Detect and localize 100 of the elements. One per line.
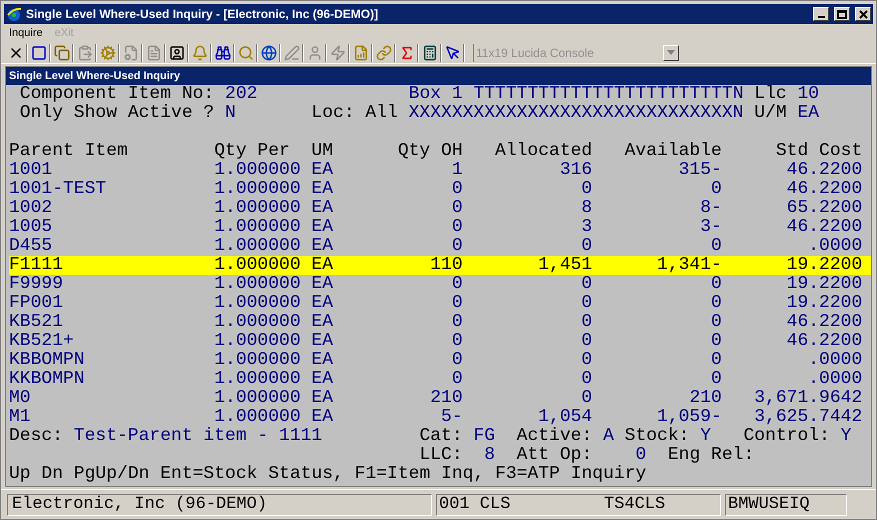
table-row[interactable]: KBBOMPN 1.000000 EA 0 0 0 .0000 <box>9 351 871 370</box>
um-cell-text: EA <box>311 389 334 408</box>
parent-item-cell-text: 1001 <box>9 161 54 180</box>
allocated-cell-text: 8 <box>580 199 592 218</box>
copy-icon[interactable] <box>53 44 71 62</box>
field-value: A <box>603 427 615 446</box>
table-row[interactable]: M0 1.000000 EA 210 0 210 3,671.9642 <box>9 389 871 408</box>
available-cell-text: 1,059- <box>656 408 722 427</box>
binoculars-icon[interactable] <box>214 44 232 62</box>
globe-icon[interactable] <box>260 44 278 62</box>
table-row[interactable]: KKBOMPN 1.000000 EA 0 0 0 .0000 <box>9 370 871 389</box>
allocated-cell-text: 0 <box>580 313 592 332</box>
allocated-cell-text: 0 <box>580 275 592 294</box>
table-row[interactable]: FP001 1.000000 EA 0 0 0 19.2200 <box>9 294 871 313</box>
close-button[interactable] <box>855 7 871 21</box>
table-row[interactable]: 1001 1.000000 EA 1 316 315- 46.2200 <box>9 161 871 180</box>
field-value: Y <box>700 427 712 446</box>
std-cost-cell-text: 46.2200 <box>786 180 862 199</box>
qty-on-hand-cell-text: 0 <box>450 199 463 218</box>
table-row[interactable]: 1001-TEST 1.000000 EA 0 0 0 46.2200 <box>9 180 871 199</box>
available-cell-text: 0 <box>710 275 722 294</box>
maximize-button[interactable] <box>834 7 850 21</box>
gear-icon[interactable] <box>99 44 117 62</box>
column-header: UM <box>311 142 334 161</box>
minimize-icon <box>818 16 824 18</box>
available-cell-text: 1,341- <box>656 256 722 275</box>
table-row[interactable]: 1002 1.000000 EA 0 8 8- 65.2200 <box>9 199 871 218</box>
qty-per-cell-text: 1.000000 <box>214 408 302 427</box>
table-row[interactable]: F1111 1.000000 EA 110 1,451 1,341- 19.2200 <box>9 256 871 275</box>
parent-item-cell-text: 1002 <box>9 199 54 218</box>
status-host: TS4CLS <box>604 494 666 514</box>
link-icon[interactable] <box>375 44 393 62</box>
std-cost-cell-text: .0000 <box>807 237 862 256</box>
qty-on-hand-cell-text: 0 <box>450 313 463 332</box>
menu-item[interactable]: Inquire <box>9 24 43 42</box>
allocated-cell-text: 0 <box>580 351 592 370</box>
std-cost-cell-text: .0000 <box>807 370 862 389</box>
um-cell-text: EA <box>311 218 334 237</box>
bell-icon[interactable] <box>191 44 209 62</box>
um-cell-text: EA <box>311 332 334 351</box>
qty-on-hand-cell-text: 1 <box>450 161 463 180</box>
table-row[interactable]: F9999 1.000000 EA 0 0 0 19.2200 <box>9 275 871 294</box>
status-program: BMWUSEIQ <box>725 494 847 516</box>
person-icon[interactable] <box>168 44 186 62</box>
parent-item-cell-text: 1001-TEST <box>9 180 108 199</box>
qty-per-cell-text: 1.000000 <box>214 180 302 199</box>
calculator-icon[interactable] <box>421 44 439 62</box>
minimize-button[interactable] <box>813 7 829 21</box>
field-value: Test-Parent item - 1111 <box>74 427 324 446</box>
available-cell-text: 0 <box>710 237 722 256</box>
parent-item-cell-text: KB521 <box>9 313 64 332</box>
table-row[interactable]: KB521+ 1.000000 EA 0 0 0 46.2200 <box>9 332 871 351</box>
table-row[interactable]: D455 1.000000 EA 0 0 0 .0000 <box>9 237 871 256</box>
allocated-cell-text: 1,054 <box>537 408 592 427</box>
selection-icon[interactable] <box>30 44 48 62</box>
column-header: Allocated <box>494 142 592 161</box>
qty-on-hand-cell-text: 0 <box>450 237 463 256</box>
maximize-icon <box>837 10 847 18</box>
help-pointer-icon[interactable] <box>444 44 462 62</box>
std-cost-cell-text: 46.2200 <box>786 161 862 180</box>
parent-item-cell-text: F9999 <box>9 275 64 294</box>
field-label: Desc: <box>9 427 64 446</box>
table-row[interactable]: KB521 1.000000 EA 0 0 0 46.2200 <box>9 313 871 332</box>
panel-title: Single Level Where-Used Inquiry <box>9 68 180 84</box>
table-row[interactable]: M1 1.000000 EA 5- 1,054 1,059- 3,625.7442 <box>9 408 871 427</box>
std-cost-cell-text: 65.2200 <box>786 199 862 218</box>
field-label: Llc <box>754 85 788 104</box>
field-value: N <box>225 104 237 123</box>
parent-item-cell-text: D455 <box>9 237 54 256</box>
field-value: 10 <box>798 85 820 104</box>
available-cell-text: 0 <box>710 313 722 332</box>
column-header: Parent Item <box>9 142 129 161</box>
parent-item-cell-text: M0 <box>9 389 32 408</box>
um-cell-text: EA <box>311 408 334 427</box>
field-label: Control: <box>743 427 831 446</box>
parent-item-cell-text: KBBOMPN <box>9 351 86 370</box>
column-header: Qty Per <box>214 142 291 161</box>
window-title: Single Level Where-Used Inquiry - [Electronic, Inc (96-DEMO)] <box>26 6 380 23</box>
qty-on-hand-cell-text: 0 <box>450 370 463 389</box>
um-cell-text: EA <box>311 275 334 294</box>
field-label: LLC: <box>419 446 464 465</box>
qty-per-cell-text: 1.000000 <box>214 389 302 408</box>
available-cell-text: 0 <box>710 370 722 389</box>
available-cell-text: 0 <box>710 351 722 370</box>
std-cost-cell-text: 19.2200 <box>786 275 862 294</box>
um-cell-text: EA <box>311 180 334 199</box>
qty-per-cell-text: 1.000000 <box>214 275 302 294</box>
search-icon[interactable] <box>237 44 255 62</box>
help-text: Up Dn PgUp/Dn Ent=Stock Status, F1=Item Inq, F3=ATP Inquiry <box>9 465 646 484</box>
std-cost-cell-text: 46.2200 <box>786 313 862 332</box>
std-cost-cell-text: 19.2200 <box>786 256 862 275</box>
table-row[interactable]: 1005 1.000000 EA 0 3 3- 46.2200 <box>9 218 871 237</box>
um-cell-text: EA <box>311 256 334 275</box>
allocated-cell-text: 0 <box>580 389 592 408</box>
parent-item-cell-text: KKBOMPN <box>9 370 86 389</box>
allocated-cell-text: 1,451 <box>537 256 592 275</box>
qty-per-cell-text: 1.000000 <box>214 313 302 332</box>
allocated-cell-text: 0 <box>580 294 592 313</box>
allocated-cell-text: 0 <box>580 237 592 256</box>
um-cell-text: EA <box>311 161 334 180</box>
